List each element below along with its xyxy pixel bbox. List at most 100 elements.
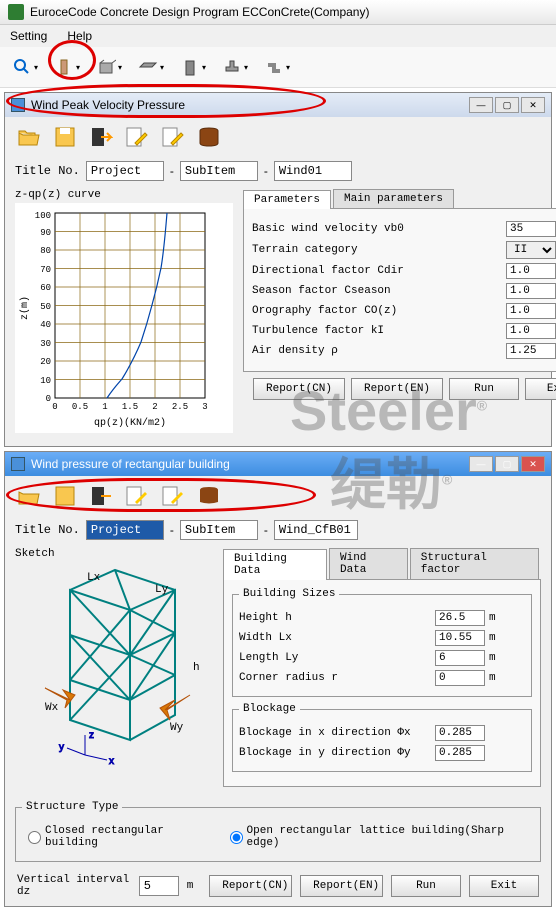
save-icon[interactable] [51,123,79,151]
vb0-label: Basic wind velocity vb0 [252,223,506,235]
blockage-x-input[interactable] [435,725,485,741]
co-input[interactable] [506,303,556,319]
edit-cn-icon-2[interactable] [123,482,151,510]
window2-title: Wind pressure of rectangular building [31,457,230,471]
exit-button[interactable]: Exit [525,378,556,400]
svg-text:70: 70 [40,265,51,275]
tab-building-data[interactable]: Building Data [223,549,327,580]
report-cn-button[interactable]: Report(CN) [253,378,345,400]
sketch-label: Sketch [15,548,215,560]
help-icon[interactable] [195,123,223,151]
interval-input[interactable] [139,876,179,896]
blockage-y-label: Blockage in y direction Φy [239,747,435,759]
run-button[interactable]: Run [449,378,519,400]
help-icon-2[interactable] [195,482,223,510]
rho-input[interactable] [506,343,556,359]
radius-label: Corner radius r [239,672,435,684]
run-button-2[interactable]: Run [391,875,461,897]
blockage-x-label: Blockage in x direction Φx [239,727,435,739]
svg-text:50: 50 [40,302,51,312]
window1-title: Wind Peak Velocity Pressure [31,98,185,112]
cseason-label: Season factor Cseason [252,285,506,297]
svg-text:1.5: 1.5 [122,402,138,412]
main-toolbar: ▾ ▾ ▾ ▾ ▾ ▾ ▾ [0,47,556,88]
cdir-label: Directional factor Cdir [252,265,506,277]
vb0-input[interactable] [506,221,556,237]
radius-input[interactable] [435,670,485,686]
subitem-input-2[interactable] [180,520,258,540]
svg-text:0: 0 [46,394,51,404]
tab-structural-factor[interactable]: Structural factor [410,548,539,579]
ki-input[interactable] [506,323,556,339]
id-input[interactable] [274,161,352,181]
window2-close[interactable]: ✕ [521,456,545,472]
open-icon[interactable] [15,123,43,151]
window2-icon [11,457,25,471]
window1-close[interactable]: ✕ [521,97,545,113]
window2-minimize[interactable]: — [469,456,493,472]
length-input[interactable] [435,650,485,666]
cdir-input[interactable] [506,263,556,279]
export-icon-2[interactable] [87,482,115,510]
tool-column[interactable]: ▾ [48,51,86,83]
height-input[interactable] [435,610,485,626]
report-en-button-2[interactable]: Report(EN) [300,875,383,897]
interval-label: Vertical interval dz [17,874,131,898]
radio-closed[interactable]: Closed rectangular building [28,825,214,849]
radio-open[interactable]: Open rectangular lattice building(Sharp … [230,825,528,849]
blockage-y-input[interactable] [435,745,485,761]
tool-foundation[interactable]: ▾ [216,51,254,83]
ki-label: Turbulence factor kI [252,325,506,337]
window2-maximize[interactable]: ▢ [495,456,519,472]
window1-maximize[interactable]: ▢ [495,97,519,113]
width-label: Width Lx [239,632,435,644]
edit-en-icon[interactable] [159,123,187,151]
window1-minimize[interactable]: — [469,97,493,113]
app-icon [8,4,24,20]
tab-main-parameters[interactable]: Main parameters [333,189,454,208]
window2-titleno-row: Title No. - - [5,516,551,544]
window1-titlebar[interactable]: Wind Peak Velocity Pressure — ▢ ✕ [5,93,551,117]
tool-slab[interactable]: ▾ [132,51,170,83]
edit-cn-icon[interactable] [123,123,151,151]
svg-text:z: z [89,730,94,741]
edit-en-icon-2[interactable] [159,482,187,510]
tool-box[interactable]: ▾ [90,51,128,83]
chart-title: z-qp(z) curve [15,189,235,201]
window1-titleno-row: Title No. - - [5,157,551,185]
titleno-label: Title No. [15,164,80,178]
tool-wall[interactable]: ▾ [174,51,212,83]
window1-tabs: Parameters Main parameters [243,189,556,209]
chart-ylabel: z(m) [19,296,31,320]
tab-wind-data[interactable]: Wind Data [329,548,408,579]
report-cn-button-2[interactable]: Report(CN) [209,875,292,897]
blockage-group: Blockage Blockage in x direction Φx Bloc… [232,703,532,772]
project-input[interactable] [86,161,164,181]
terrain-select[interactable]: II [506,241,556,259]
tab-parameters[interactable]: Parameters [243,190,331,209]
svg-text:x: x [109,756,114,767]
svg-text:40: 40 [40,320,51,330]
svg-text:0.5: 0.5 [72,402,88,412]
project-input-2[interactable] [86,520,164,540]
open-icon-2[interactable] [15,482,43,510]
building-data-panel: Building Sizes Height hm Width Lxm Lengt… [223,580,541,787]
subitem-input[interactable] [180,161,258,181]
app-title: EuroceCode Concrete Design Program ECCon… [30,5,369,19]
svg-text:20: 20 [40,357,51,367]
window-wind-peak: Wind Peak Velocity Pressure — ▢ ✕ Title … [4,92,552,447]
save-icon-2[interactable] [51,482,79,510]
report-en-button[interactable]: Report(EN) [351,378,443,400]
cseason-input[interactable] [506,283,556,299]
width-input[interactable] [435,630,485,646]
tool-pipe[interactable]: ▾ [258,51,296,83]
window2-titlebar[interactable]: Wind pressure of rectangular building — … [5,452,551,476]
tool-search[interactable]: ▾ [6,51,44,83]
export-icon[interactable] [87,123,115,151]
menu-help[interactable]: Help [67,29,92,43]
exit-button-2[interactable]: Exit [469,875,539,897]
id-input-2[interactable] [274,520,358,540]
menu-setting[interactable]: Setting [10,29,47,43]
co-label: Orography factor CO(z) [252,305,506,317]
svg-text:60: 60 [40,283,51,293]
